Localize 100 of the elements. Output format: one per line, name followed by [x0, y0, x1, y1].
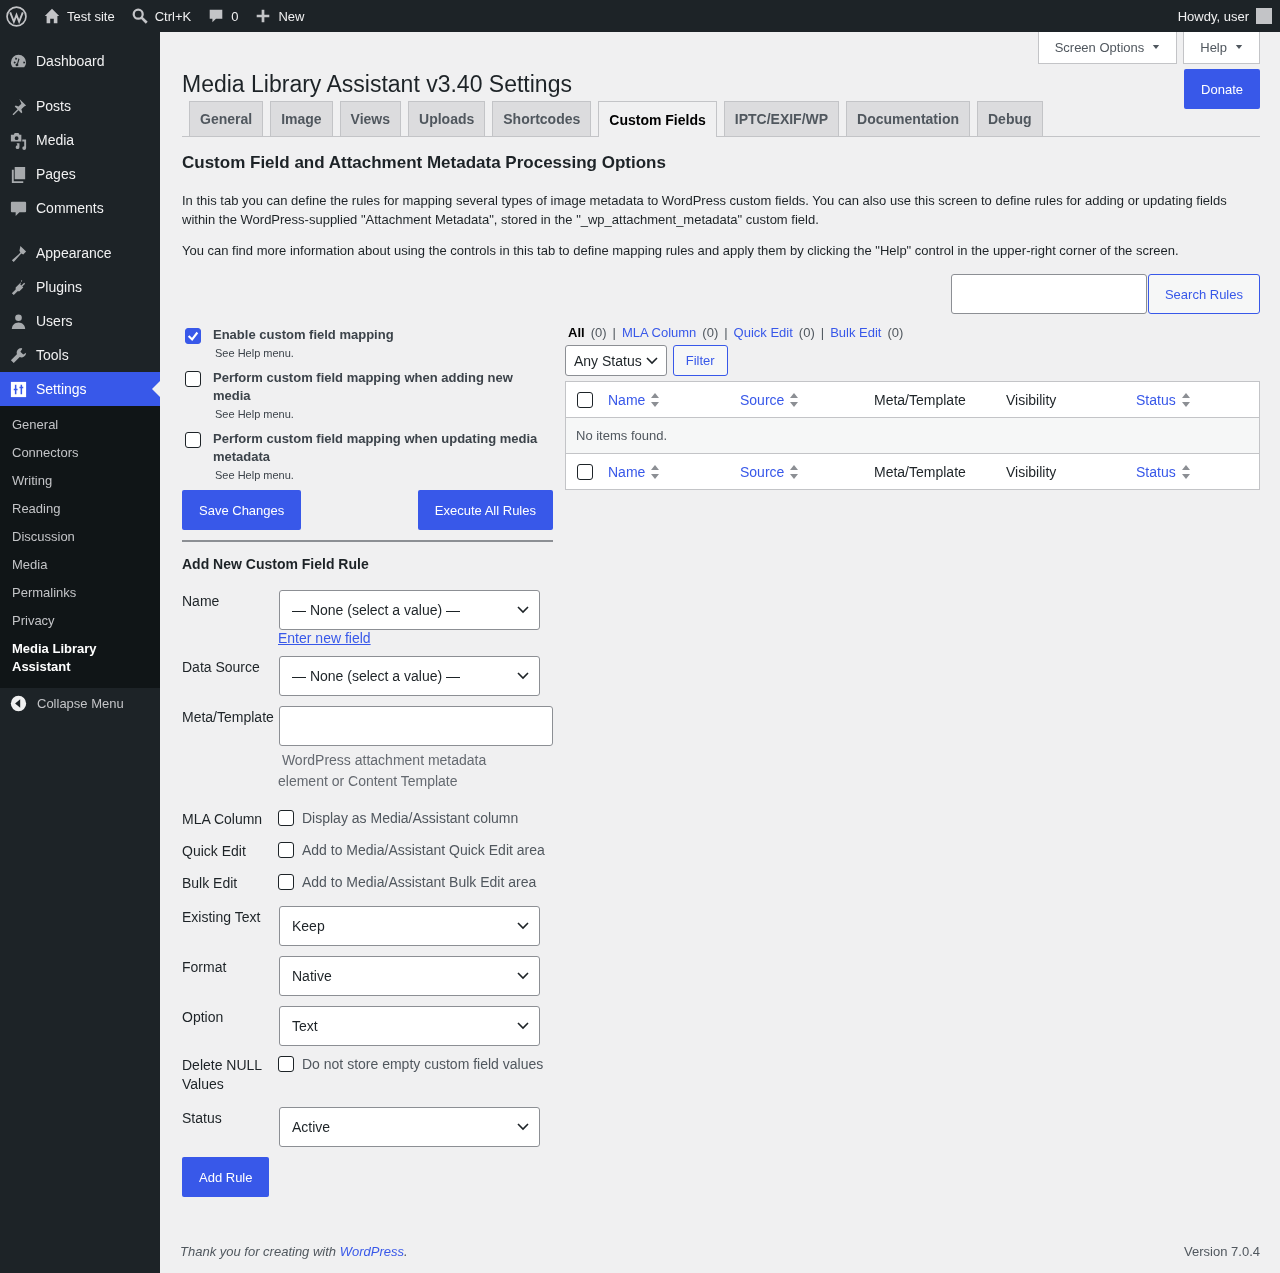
view-count: (0): [590, 325, 607, 340]
checkbox-label: Display as Media/Assistant column: [302, 810, 519, 826]
checkbox[interactable]: [577, 391, 593, 408]
menu-item[interactable]: Tools: [0, 338, 160, 372]
checkbox[interactable]: [185, 432, 201, 448]
select-field[interactable]: Active: [279, 1107, 540, 1147]
view-separator: |: [820, 325, 825, 340]
new-link[interactable]: New: [278, 8, 305, 24]
checkbox[interactable]: [278, 810, 294, 826]
chevron-icon: [517, 1123, 529, 1131]
view-link[interactable]: Quick Edit: [733, 325, 793, 340]
select-field[interactable]: Text: [279, 1006, 540, 1046]
help-note: See Help menu.: [215, 469, 295, 481]
column-header[interactable]: Source: [740, 391, 874, 408]
menu-item[interactable]: Pages: [0, 157, 160, 191]
empty-message: No items found.: [576, 428, 668, 443]
tab[interactable]: Custom Fields: [598, 101, 717, 137]
checkbox[interactable]: [278, 842, 294, 858]
menu-item[interactable]: Plugins: [0, 270, 160, 304]
checkbox[interactable]: [577, 463, 593, 480]
submenu-item[interactable]: Media: [0, 551, 160, 579]
search-rules-button[interactable]: Search Rules: [1147, 274, 1260, 314]
view-count: (0): [702, 325, 719, 340]
submenu-item[interactable]: Permalinks: [0, 579, 160, 607]
tab[interactable]: General: [189, 101, 264, 136]
submenu-item[interactable]: Discussion: [0, 523, 160, 551]
help-button[interactable]: Help: [1183, 32, 1260, 64]
wordpress-link[interactable]: WordPress: [339, 1244, 404, 1259]
home-icon: [43, 7, 61, 25]
select-field[interactable]: — None (select a value) —: [279, 590, 540, 630]
select-field[interactable]: Native: [279, 956, 540, 996]
footer-credit: Thank you for creating with WordPress.: [180, 1244, 408, 1259]
search-shortcut[interactable]: Ctrl+K: [154, 8, 192, 24]
submenu-item[interactable]: General: [0, 411, 160, 439]
help-note: See Help menu.: [215, 347, 295, 359]
checkbox[interactable]: [278, 1056, 294, 1072]
view-link[interactable]: All: [568, 325, 585, 340]
donate-button[interactable]: Donate: [1184, 69, 1260, 109]
chevron-icon: [517, 922, 529, 930]
save-changes-button[interactable]: Save Changes: [182, 490, 302, 530]
comment-count[interactable]: 0: [231, 8, 239, 24]
field-label: Status: [182, 1109, 223, 1128]
caret-icon: [1235, 45, 1243, 50]
tab[interactable]: Shortcodes: [492, 101, 592, 136]
chevron-icon: [517, 606, 529, 614]
field-label: Meta/Template: [182, 708, 275, 727]
tab[interactable]: Debug: [977, 101, 1043, 136]
column-header: Visibility: [1006, 391, 1058, 408]
submenu-item[interactable]: Writing: [0, 467, 160, 495]
column-header[interactable]: Status: [1136, 391, 1256, 408]
view-link[interactable]: MLA Column: [621, 325, 697, 340]
field-hint: WordPress attachment metadata element or Content Template: [278, 751, 488, 791]
checkbox[interactable]: [185, 371, 201, 387]
tab[interactable]: Documentation: [846, 101, 970, 136]
add-rule-button[interactable]: Add Rule: [182, 1157, 270, 1197]
menu-item[interactable]: Appearance: [0, 236, 160, 270]
select-field[interactable]: — None (select a value) —: [279, 656, 540, 696]
column-header[interactable]: Name: [608, 463, 740, 480]
column-header[interactable]: Name: [608, 391, 740, 408]
tab[interactable]: Views: [339, 101, 402, 136]
wrench-icon: [9, 345, 28, 365]
field-label: MLA Column: [182, 810, 264, 829]
column-header[interactable]: Status: [1136, 463, 1256, 480]
submenu-item[interactable]: Reading: [0, 495, 160, 523]
page-title: Media Library Assistant v3.40 Settings: [182, 70, 572, 99]
field-label: Name: [182, 592, 221, 611]
menu-item[interactable]: Posts: [0, 89, 160, 123]
collapse-menu-button[interactable]: Collapse Menu: [0, 688, 160, 719]
checkbox-label: Add to Media/Assistant Bulk Edit area: [302, 874, 537, 890]
tab[interactable]: Image: [270, 101, 333, 136]
tab[interactable]: IPTC/EXIF/WP: [723, 101, 840, 136]
tab[interactable]: Uploads: [408, 101, 486, 136]
select-field[interactable]: Keep: [279, 906, 540, 946]
menu-item[interactable]: Media: [0, 123, 160, 157]
checkbox-label: Add to Media/Assistant Quick Edit area: [302, 842, 545, 858]
column-header[interactable]: Source: [740, 463, 874, 480]
menu-item[interactable]: Comments: [0, 191, 160, 225]
sort-icon: [650, 391, 661, 408]
checkbox[interactable]: [185, 328, 201, 344]
enter-new-field-link[interactable]: Enter new field: [278, 630, 371, 646]
checkbox[interactable]: [278, 874, 294, 890]
menu-item[interactable]: Settings: [0, 372, 160, 406]
text-field[interactable]: [279, 706, 553, 746]
site-link[interactable]: Test site: [67, 8, 115, 24]
status-select[interactable]: Any Status: [565, 345, 667, 376]
view-link[interactable]: Bulk Edit: [830, 325, 882, 340]
caret-icon: [1152, 45, 1161, 50]
menu-item[interactable]: Users: [0, 304, 160, 338]
filter-button[interactable]: Filter: [672, 345, 728, 376]
submenu-item[interactable]: Connectors: [0, 439, 160, 467]
search-field[interactable]: [950, 274, 1147, 314]
sort-icon: [789, 391, 800, 408]
menu-item[interactable]: Dashboard: [0, 44, 160, 78]
submenu-item[interactable]: Privacy: [0, 607, 160, 635]
account-greeting[interactable]: Howdy, user: [1177, 8, 1249, 24]
submenu-item[interactable]: Media Library Assistant: [0, 635, 160, 681]
view-separator: |: [612, 325, 616, 340]
screen-options-button[interactable]: Screen Options: [1037, 32, 1178, 64]
wordpress-logo-icon: [6, 5, 27, 27]
execute-all-rules-button[interactable]: Execute All Rules: [417, 490, 553, 530]
